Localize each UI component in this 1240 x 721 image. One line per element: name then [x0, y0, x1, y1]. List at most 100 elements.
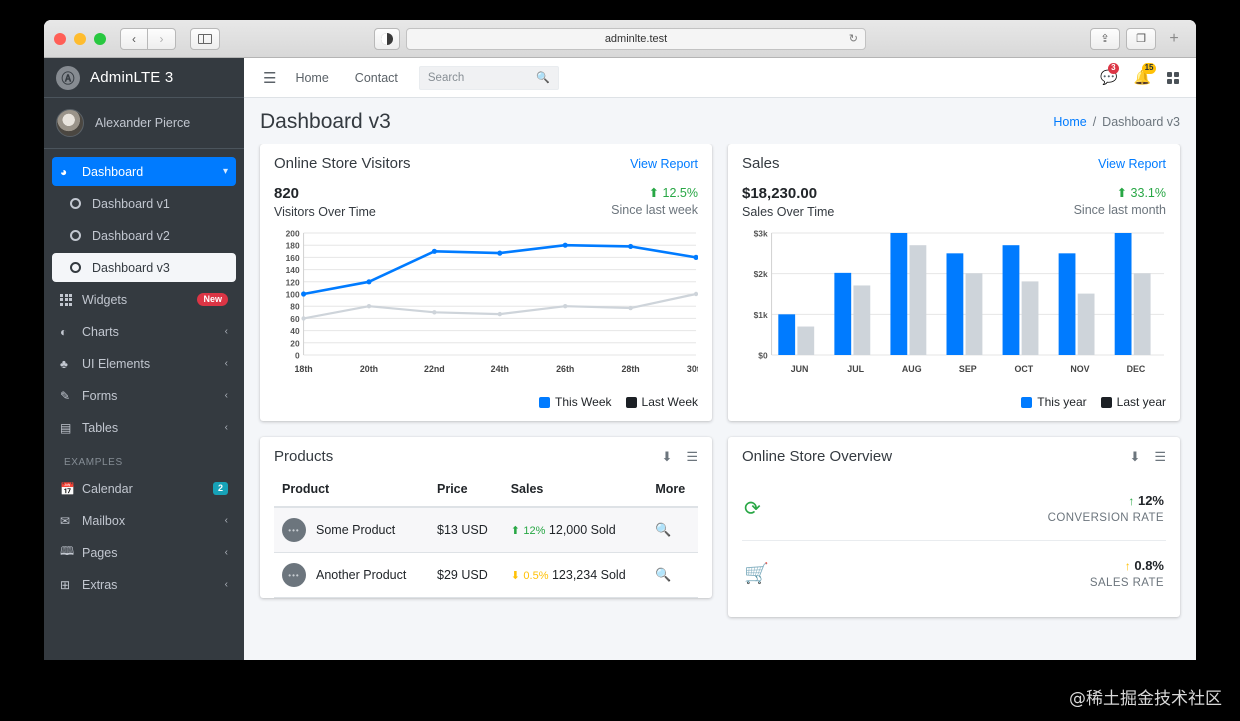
circle-icon [70, 230, 92, 241]
messages-badge: 3 [1108, 63, 1119, 74]
search-icon[interactable]: 🔍 [536, 71, 550, 84]
table-row[interactable]: ••• Some Product $13 USD ⬆ 12% 12,000 So… [274, 507, 698, 553]
nav-link-contact[interactable]: Contact [342, 71, 411, 85]
svg-text:20th: 20th [360, 364, 378, 374]
overview-row-sales: 🛒 ↑ 0.8% SALES RATE [742, 540, 1166, 605]
overview-conversion-values: ↑ 12% CONVERSION RATE [1048, 492, 1164, 524]
sidebar-item-pages[interactable]: 🕮 Pages ‹ [52, 538, 236, 567]
legend-label: Last year [1116, 395, 1166, 409]
products-card-tools: ⬇ ☰ [661, 449, 698, 465]
new-tab-button[interactable]: + [1162, 26, 1186, 52]
cell-sales: ⬆ 12% 12,000 Sold [502, 507, 648, 553]
fullscreen-button[interactable] [1167, 71, 1179, 84]
forward-button[interactable]: › [148, 27, 176, 50]
cell-more: 🔍 [647, 507, 698, 553]
sidebar-item-calendar[interactable]: 📅 Calendar 2 [52, 474, 236, 503]
svg-text:OCT: OCT [1015, 364, 1034, 374]
bars-icon[interactable]: ☰ [1154, 449, 1166, 465]
sidebar-item-label: Pages [82, 545, 118, 560]
view-report-link[interactable]: View Report [630, 157, 698, 171]
notifications-badge: 15 [1141, 63, 1157, 74]
sidebar-item-tables[interactable]: ▤ Tables ‹ [52, 413, 236, 442]
sales-stat-left: $18,230.00 Sales Over Time [742, 185, 834, 219]
share-button[interactable]: ⇪ [1090, 27, 1120, 50]
search-icon[interactable]: 🔍 [655, 522, 671, 537]
product-name: Another Product [316, 568, 407, 582]
back-button[interactable]: ‹ [120, 27, 148, 50]
user-panel[interactable]: Alexander Pierce [44, 98, 244, 149]
line-chart-svg: 0 20 40 60 80 100 120 140 160 180 200 18th 20th 22nd 2… [286, 228, 705, 374]
maximize-window-button[interactable] [94, 32, 106, 45]
address-bar[interactable]: adminlte.test ↻ [406, 27, 866, 50]
sidebar-item-ui-elements[interactable]: ♣ UI Elements ‹ [52, 349, 236, 378]
sidebar-item-dashboard-v1[interactable]: Dashboard v1 [52, 189, 236, 218]
browser-window: ‹ › adminlte.test ↻ ⇪ ❐ + Ⓐ AdminLTE 3 A… [44, 20, 1196, 660]
conversion-label: CONVERSION RATE [1047, 512, 1164, 524]
toolbar-right: ⇪ ❐ + [1090, 26, 1186, 52]
sidebar-item-mailbox[interactable]: ✉ Mailbox ‹ [52, 506, 236, 535]
sidebar-item-widgets[interactable]: Widgets New [52, 285, 236, 314]
notifications-button[interactable]: 🔔 15 [1134, 63, 1157, 86]
svg-text:160: 160 [286, 253, 300, 263]
visitors-card: Online Store Visitors View Report 820 Vi… [260, 144, 712, 421]
cell-product: ••• Another Product [274, 552, 429, 598]
url-text: adminlte.test [604, 32, 668, 45]
sidebar-item-charts[interactable]: ◐ Charts ‹ [52, 317, 236, 346]
breadcrumb-home[interactable]: Home [1053, 115, 1086, 129]
table-row[interactable]: ••• Another Product $29 USD ⬇ 0.5% 123,2… [274, 552, 698, 598]
chevron-left-icon: ‹ [224, 358, 228, 369]
overview-sales-values: ↑ 0.8% SALES RATE [1090, 557, 1164, 589]
shopping-cart-icon: 🛒 [744, 562, 769, 585]
page-title: Dashboard v3 [260, 110, 391, 133]
product-name: Some Product [316, 523, 396, 537]
search-icon[interactable]: 🔍 [655, 567, 671, 582]
bars-icon[interactable]: ☰ [686, 449, 698, 465]
overview-card-tools: ⬇ ☰ [1129, 449, 1166, 465]
bars-icon[interactable]: ☰ [257, 69, 282, 87]
svg-text:26th: 26th [556, 364, 574, 374]
privacy-shield-button[interactable] [374, 27, 400, 50]
th-large-icon [1167, 71, 1179, 84]
book-icon: 🕮 [60, 544, 75, 558]
url-area: adminlte.test ↻ [374, 27, 866, 50]
search-input[interactable]: Search 🔍 [418, 65, 559, 90]
sidebar-item-dashboard-v2[interactable]: Dashboard v2 [52, 221, 236, 250]
legend-item-this-year: This year [1021, 395, 1087, 409]
download-icon[interactable]: ⬇ [661, 449, 672, 465]
visitors-pct: ⬆ 12.5% [611, 185, 698, 200]
reload-icon[interactable]: ↻ [849, 32, 858, 45]
sidebar-item-label: Dashboard v1 [92, 196, 170, 211]
legend-label: This Week [555, 395, 612, 409]
charts-row: Online Store Visitors View Report 820 Vi… [260, 144, 1180, 437]
messages-button[interactable]: 💬 3 [1100, 63, 1119, 86]
sales-bar-chart[interactable]: $0 $1k $2k $3k JUN JUL AUG SEP OCT NOV DEC [742, 227, 1166, 387]
legend-label: Last Week [641, 395, 698, 409]
breadcrumb-current: Dashboard v3 [1102, 115, 1180, 129]
sidebar-item-extras[interactable]: ⊞ Extras ‹ [52, 570, 236, 599]
envelope-icon: ✉ [60, 513, 71, 528]
sidebar-item-forms[interactable]: ✎ Forms ‹ [52, 381, 236, 410]
tab-overview-button[interactable]: ❐ [1126, 27, 1156, 50]
visitors-label: Visitors Over Time [274, 205, 376, 219]
close-window-button[interactable] [54, 32, 66, 45]
sales-column: Sales View Report $18,230.00 Sales Over … [728, 144, 1180, 437]
column-more: More [647, 476, 698, 508]
download-icon[interactable]: ⬇ [1129, 449, 1140, 465]
arrow-up-icon: ↑ [1128, 494, 1135, 508]
minimize-window-button[interactable] [74, 32, 86, 45]
sidebar-toggle-button[interactable] [190, 27, 220, 50]
view-report-link[interactable]: View Report [1098, 157, 1166, 171]
chevron-left-icon: ‹ [224, 390, 228, 401]
sales-stats: $18,230.00 Sales Over Time ⬆ 33.1% Since… [742, 183, 1166, 227]
sidebar-item-dashboard[interactable]: ◕ Dashboard ▾ [52, 157, 236, 186]
brand-link[interactable]: Ⓐ AdminLTE 3 [44, 58, 244, 98]
overview-row-conversion: ⟳ ↑ 12% CONVERSION RATE [742, 476, 1166, 540]
legend-swatch [1100, 396, 1112, 408]
sales-legend: This year Last year [742, 387, 1166, 409]
svg-text:140: 140 [286, 265, 300, 275]
sidebar-item-dashboard-v3[interactable]: Dashboard v3 [52, 253, 236, 282]
sales-card-body: $18,230.00 Sales Over Time ⬆ 33.1% Since… [728, 183, 1180, 421]
tree-icon: ♣ [60, 356, 68, 371]
nav-link-home[interactable]: Home [282, 71, 341, 85]
visitors-line-chart[interactable]: 0 20 40 60 80 100 120 140 160 180 200 18th 20th 22nd 2… [274, 227, 705, 387]
